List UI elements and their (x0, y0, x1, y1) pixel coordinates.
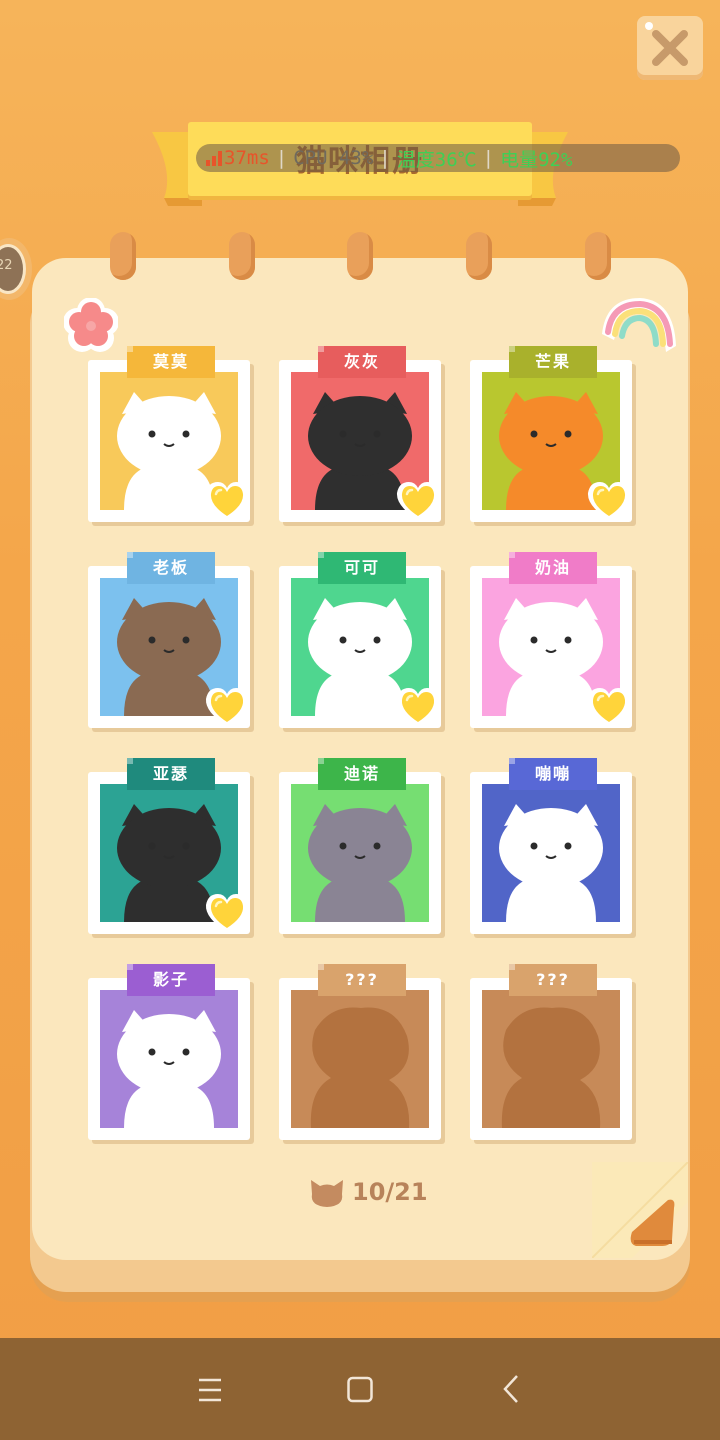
binder-ring (229, 232, 255, 280)
cat-card[interactable]: 芒果 (470, 346, 633, 522)
cat-card[interactable]: 灰灰 (279, 346, 442, 522)
heart-icon[interactable] (585, 480, 633, 522)
cat-name-tag: 亚瑟 (127, 758, 215, 790)
separator: | (379, 147, 391, 169)
cat-card[interactable]: ??? (470, 964, 632, 1140)
binder-ring (347, 232, 373, 280)
close-button[interactable] (637, 16, 703, 80)
cat-name-tag: 芒果 (509, 346, 597, 378)
cat-card[interactable]: 影子 (88, 964, 250, 1140)
cat-card[interactable]: 老板 (88, 552, 251, 728)
heart-icon[interactable] (203, 480, 251, 522)
heart-icon[interactable] (394, 480, 442, 522)
cat-name-tag: ??? (318, 964, 406, 996)
performance-overlay: 37ms | CPU 43% | 温度36℃ | 电量92% (196, 144, 680, 172)
heart-icon[interactable] (203, 686, 251, 728)
cat-name-tag: 嘣嘣 (509, 758, 597, 790)
cat-portrait (291, 784, 429, 922)
cat-card[interactable]: ??? (279, 964, 441, 1140)
binder-ring (466, 232, 492, 280)
signal-icon (206, 151, 222, 166)
cat-card[interactable]: 莫莫 (88, 346, 251, 522)
locked-silhouette (291, 990, 429, 1128)
next-page-button[interactable] (592, 1162, 688, 1258)
battery-readout: 电量92% (500, 148, 573, 171)
separator: | (275, 147, 288, 169)
close-icon (652, 30, 688, 66)
cat-head-icon (311, 1180, 343, 1207)
collection-count: 10/21 (352, 1178, 428, 1206)
cat-name-tag: 影子 (127, 964, 215, 996)
side-badge-label: 22 (0, 258, 13, 273)
cat-portrait (100, 990, 238, 1128)
cat-name-tag: 可可 (318, 552, 406, 584)
cat-card[interactable]: 迪诺 (279, 758, 441, 934)
cat-card[interactable]: 嘣嘣 (470, 758, 632, 934)
collection-counter: 10/21 (308, 1174, 428, 1210)
separator: | (482, 147, 495, 169)
heart-icon[interactable] (585, 686, 633, 728)
cat-name-tag: 奶油 (509, 552, 597, 584)
temperature-readout: 温度36℃ (396, 148, 477, 171)
ping-readout: 37ms (206, 147, 270, 169)
rainbow-sticker (602, 298, 676, 352)
ping-value: 37ms (224, 147, 270, 169)
cat-card[interactable]: 可可 (279, 552, 442, 728)
home-icon[interactable] (340, 1372, 380, 1408)
heart-icon[interactable] (394, 686, 442, 728)
binder-ring (110, 232, 136, 280)
cpu-readout: CPU 43% (293, 147, 374, 169)
cat-name-tag: 灰灰 (318, 346, 406, 378)
heart-icon[interactable] (203, 892, 251, 934)
menu-icon[interactable] (190, 1372, 230, 1408)
cat-name-tag: ??? (509, 964, 597, 996)
cat-name-tag: 老板 (127, 552, 215, 584)
cat-card[interactable]: 奶油 (470, 552, 633, 728)
cat-name-tag: 迪诺 (318, 758, 406, 790)
cat-portrait (482, 784, 620, 922)
binder-ring (585, 232, 611, 280)
cat-name-tag: 莫莫 (127, 346, 215, 378)
flower-sticker (64, 298, 118, 352)
cat-card[interactable]: 亚瑟 (88, 758, 251, 934)
back-icon[interactable] (492, 1372, 532, 1408)
locked-silhouette (482, 990, 620, 1128)
